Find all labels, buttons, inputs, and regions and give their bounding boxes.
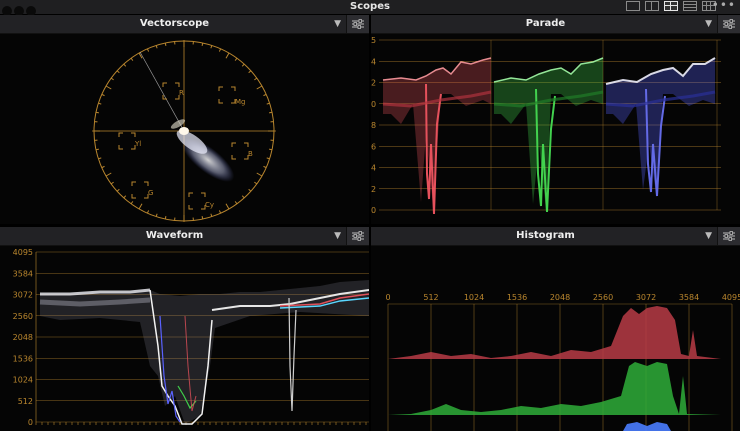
- histogram-graph: 0 512 1024 1536 2048 2560 3072 3584 4095: [385, 293, 740, 431]
- waveform-trace: [39, 280, 369, 425]
- parade-graph: 0 2 4 6 8 0 2 4 5: [371, 36, 721, 215]
- parade-red-channel: [382, 57, 492, 215]
- vectorscope-panel: Vectorscope ▼ R Mg B Cy G Yl: [0, 15, 369, 224]
- parade-axis-label: 8: [371, 121, 376, 130]
- waveform-title: Waveform: [145, 230, 204, 241]
- histogram-axis-label: 3072: [636, 293, 656, 302]
- waveform-axis-label: 2560: [13, 312, 33, 321]
- vectorscope-graticule: R Mg B Cy G Yl: [92, 40, 276, 222]
- histogram-red-channel: [388, 306, 721, 359]
- single-view-icon[interactable]: [626, 1, 640, 11]
- target-label-cyan: Cy: [205, 201, 214, 209]
- parade-axis-label: 5: [371, 36, 376, 45]
- parade-panel: Parade ▼ 0 2 4 6 8 0 2 4 5: [371, 15, 740, 224]
- parade-header: Parade ▼: [371, 15, 740, 34]
- parade-axis-label: 0: [371, 206, 376, 215]
- histogram-title: Histogram: [516, 230, 575, 241]
- histogram-axis-label: 1024: [464, 293, 484, 302]
- scope-settings-icon[interactable]: [346, 15, 369, 33]
- four-up-view-icon[interactable]: [664, 1, 678, 11]
- waveform-axis-label: 4095: [13, 248, 33, 257]
- chevron-down-icon[interactable]: ▼: [334, 227, 341, 245]
- histogram-blue-channel: [623, 422, 671, 431]
- waveform-axis-label: 2048: [13, 333, 33, 342]
- waveform-axis-label: 3584: [13, 269, 33, 278]
- histogram-axis-label: 2560: [593, 293, 613, 302]
- chevron-down-icon[interactable]: ▼: [705, 227, 712, 245]
- histogram-axis-label: 1536: [507, 293, 527, 302]
- parade-blue-channel: [605, 57, 716, 197]
- waveform-graph: 0 512 1024 1536 2048 2560 3072 3584 4095: [13, 248, 369, 427]
- target-label-blue: B: [248, 150, 253, 158]
- waveform-axis-label: 1024: [13, 376, 33, 385]
- more-options-icon[interactable]: •••: [712, 0, 736, 12]
- scopes-title-bar: Scopes •••: [0, 0, 740, 16]
- target-label-yellow: Yl: [134, 140, 141, 148]
- parade-axis-label: 2: [371, 79, 376, 88]
- target-label-red: R: [179, 89, 184, 97]
- waveform-display: 0 512 1024 1536 2048 2560 3072 3584 4095: [0, 246, 369, 431]
- waveform-panel: Waveform ▼ 0 512 1024 1536 2048 2560 3072 3584 4…: [0, 227, 369, 431]
- histogram-display: 0 512 1024 1536 2048 2560 3072 3584 4095: [371, 246, 740, 431]
- vectorscope-title: Vectorscope: [139, 18, 210, 29]
- parade-display: 0 2 4 6 8 0 2 4 5: [371, 34, 740, 224]
- target-label-magenta: Mg: [235, 98, 245, 106]
- waveform-axis-label: 1536: [13, 354, 33, 363]
- parade-axis-label: 6: [371, 142, 376, 151]
- chevron-down-icon[interactable]: ▼: [334, 15, 341, 33]
- histogram-axis-label: 4095: [722, 293, 740, 302]
- stacked-view-icon[interactable]: [683, 1, 697, 11]
- two-up-view-icon[interactable]: [645, 1, 659, 11]
- scope-settings-icon[interactable]: [717, 15, 740, 33]
- parade-axis-label: 2: [371, 185, 376, 194]
- histogram-green-channel: [388, 362, 721, 415]
- layout-switcher: [626, 1, 716, 11]
- vectorscope-display: R Mg B Cy G Yl: [0, 34, 369, 224]
- chevron-down-icon[interactable]: ▼: [705, 15, 712, 33]
- histogram-panel: Histogram ▼ 0 512 1024 1536 2048 2560 3072 3584…: [371, 227, 740, 431]
- waveform-axis-label: 3072: [13, 291, 33, 300]
- vectorscope-header: Vectorscope ▼: [0, 15, 369, 34]
- parade-axis-label: 4: [371, 57, 376, 66]
- parade-axis-label: 0: [371, 100, 376, 109]
- histogram-axis-label: 0: [385, 293, 390, 302]
- waveform-axis-label: 512: [18, 397, 33, 406]
- parade-axis-label: 4: [371, 164, 376, 173]
- histogram-header: Histogram ▼: [371, 227, 740, 246]
- histogram-axis-label: 2048: [550, 293, 570, 302]
- histogram-axis-label: 3584: [679, 293, 699, 302]
- histogram-axis-label: 512: [423, 293, 438, 302]
- scope-settings-icon[interactable]: [346, 227, 369, 245]
- waveform-axis-label: 0: [28, 418, 33, 427]
- parade-title: Parade: [525, 18, 566, 29]
- scope-settings-icon[interactable]: [717, 227, 740, 245]
- target-label-green: G: [148, 189, 153, 197]
- waveform-header: Waveform ▼: [0, 227, 369, 246]
